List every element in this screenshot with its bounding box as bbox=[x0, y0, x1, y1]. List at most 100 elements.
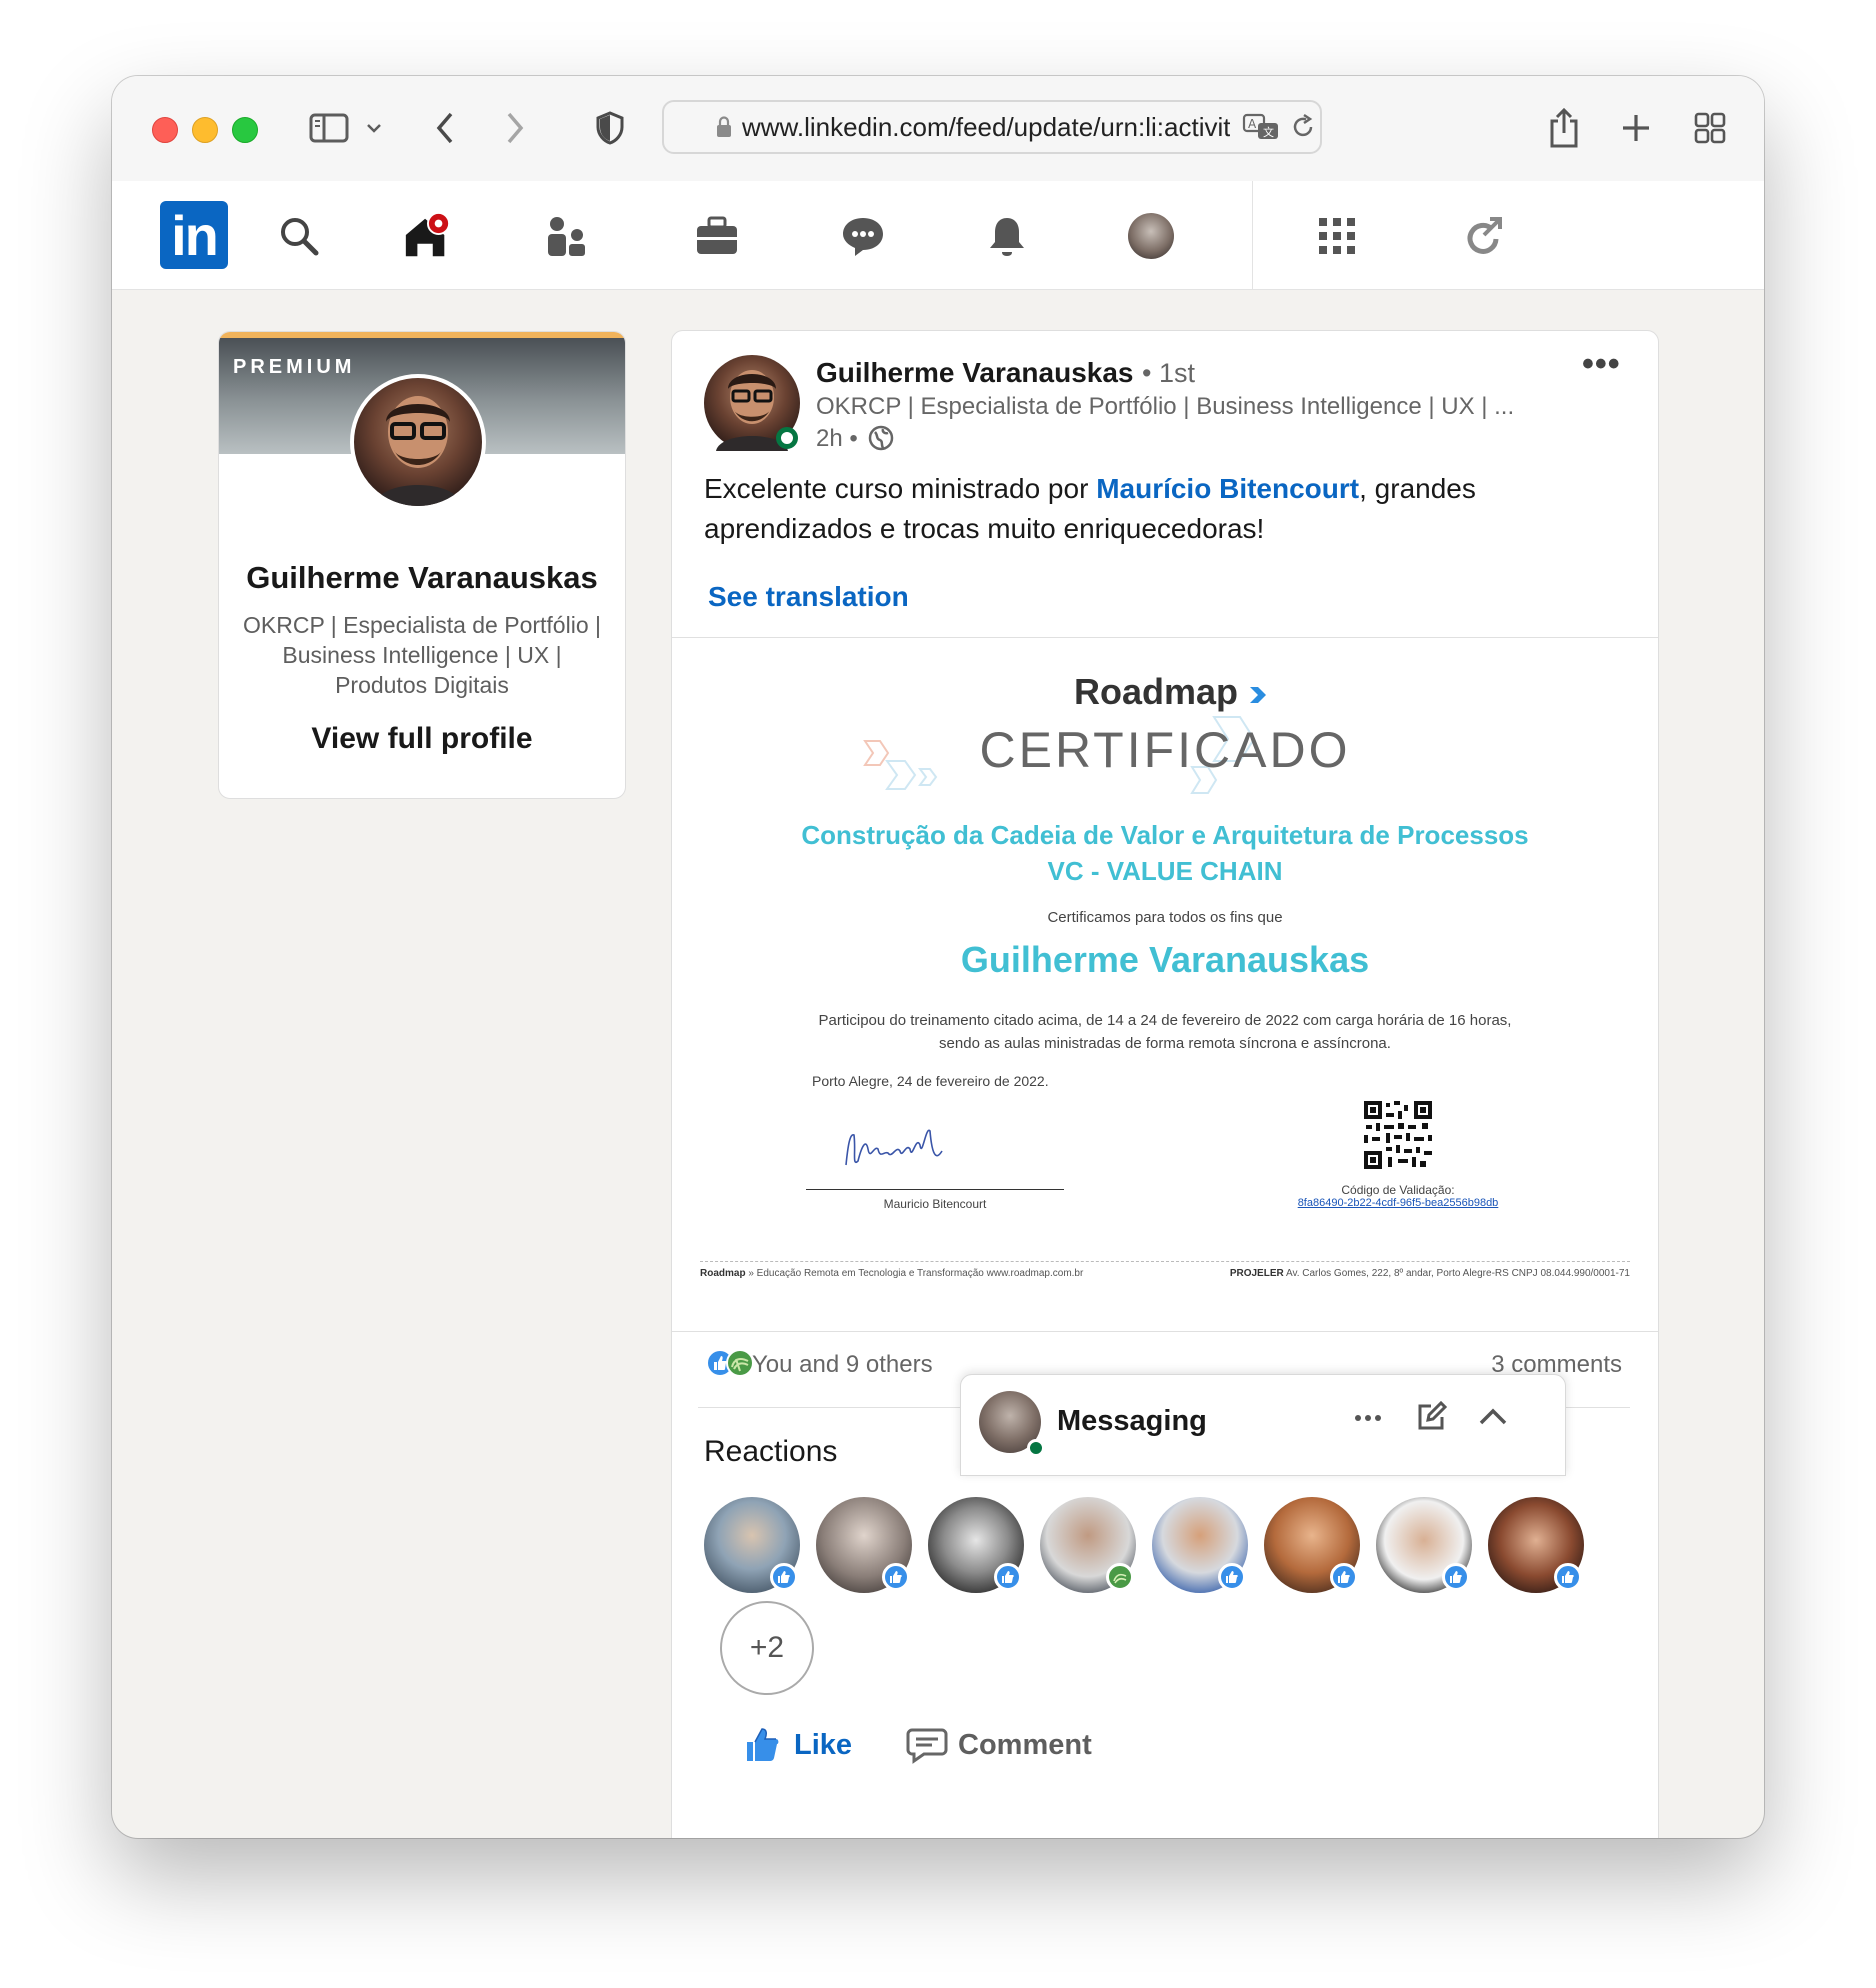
connection-degree: • 1st bbox=[1142, 358, 1195, 388]
like-button-icon bbox=[744, 1726, 782, 1764]
messaging-more-icon[interactable] bbox=[1353, 1403, 1383, 1438]
browser-window: www.linkedin.com/feed/update/urn:li:acti… bbox=[112, 76, 1764, 1838]
minimize-window-button[interactable] bbox=[192, 117, 218, 143]
like-icon bbox=[994, 1563, 1022, 1591]
like-icon bbox=[770, 1563, 798, 1591]
certificate-footer: Roadmap » Educação Remota em Tecnologia … bbox=[700, 1261, 1630, 1279]
footer-left-brand: Roadmap bbox=[700, 1268, 746, 1279]
qr-code-icon bbox=[1362, 1099, 1434, 1171]
messaging-icon[interactable] bbox=[838, 211, 888, 261]
more-reactors-button[interactable]: +2 bbox=[720, 1601, 814, 1695]
validation-label: Código de Validação: bbox=[1341, 1183, 1455, 1197]
linkedin-global-nav: in bbox=[112, 181, 1764, 290]
notifications-icon[interactable] bbox=[982, 211, 1032, 261]
privacy-shield-icon[interactable] bbox=[594, 106, 626, 150]
like-icon bbox=[1330, 1563, 1358, 1591]
footer-right-text: Av. Carlos Gomes, 222, 8º andar, Porto A… bbox=[1285, 1268, 1630, 1279]
recipient-name: Guilherme Varanauskas bbox=[960, 939, 1370, 980]
signer-name: Mauricio Bitencourt bbox=[883, 1197, 987, 1211]
messaging-panel[interactable]: Messaging bbox=[960, 1374, 1566, 1476]
post-time: 2h • bbox=[816, 425, 894, 458]
profile-card: PREMIUM Guilherme Varanauskas OKRCP | Es… bbox=[218, 331, 626, 799]
online-status-icon bbox=[776, 427, 798, 449]
online-status-icon bbox=[1027, 1439, 1045, 1457]
reaction-icons[interactable] bbox=[706, 1347, 756, 1384]
new-tab-icon[interactable] bbox=[1616, 106, 1656, 150]
author-name[interactable]: Guilherme Varanauskas bbox=[816, 357, 1134, 389]
like-icon bbox=[882, 1563, 910, 1591]
see-translation-link[interactable]: See translation bbox=[708, 581, 909, 613]
me-avatar[interactable] bbox=[1126, 211, 1176, 261]
like-icon bbox=[1218, 1563, 1246, 1591]
certificate-heading: CERTIFICADO bbox=[979, 722, 1351, 778]
signature-line bbox=[806, 1189, 1064, 1190]
jobs-icon[interactable] bbox=[692, 211, 742, 261]
signature-icon bbox=[845, 1129, 943, 1166]
validation-code: 8fa86490-2b22-4cdf-96f5-bea2556b98db bbox=[1297, 1197, 1499, 1209]
chevron-down-icon[interactable] bbox=[362, 106, 386, 150]
like-label: Like bbox=[794, 1728, 853, 1761]
like-icon bbox=[1554, 1563, 1582, 1591]
premium-icon[interactable] bbox=[1458, 211, 1508, 261]
close-window-button[interactable] bbox=[152, 117, 178, 143]
support-icon bbox=[1106, 1563, 1134, 1591]
like-icon bbox=[1442, 1563, 1470, 1591]
certificate-divider bbox=[672, 1331, 1658, 1332]
course-title: Construção da Cadeia de Valor e Arquitet… bbox=[672, 817, 1658, 889]
mention-link[interactable]: Maurício Bitencourt bbox=[1096, 473, 1359, 504]
author-headline: OKRCP | Especialista de Portfólio | Busi… bbox=[816, 393, 1515, 420]
comment-label: Comment bbox=[958, 1728, 1092, 1761]
forward-icon[interactable] bbox=[500, 106, 530, 150]
messaging-label[interactable]: Messaging bbox=[1057, 1405, 1207, 1438]
like-button[interactable]: Like bbox=[744, 1721, 852, 1769]
premium-badge: PREMIUM bbox=[233, 356, 356, 378]
post-time-text: 2h • bbox=[816, 425, 858, 452]
translate-icon[interactable]: A文 bbox=[1242, 113, 1280, 141]
footer-left-text: » Educação Remota em Tecnologia e Transf… bbox=[748, 1268, 1084, 1279]
url-text: www.linkedin.com/feed/update/urn:li:acti… bbox=[742, 111, 1230, 142]
logo-text: in bbox=[171, 203, 219, 267]
course-title-line2: VC - VALUE CHAIN bbox=[1047, 856, 1283, 886]
profile-avatar[interactable] bbox=[350, 374, 486, 510]
chevron-up-icon[interactable] bbox=[1477, 1403, 1509, 1436]
my-network-icon[interactable] bbox=[542, 211, 592, 261]
comment-icon bbox=[906, 1726, 948, 1764]
svg-text:A: A bbox=[1248, 117, 1257, 131]
home-icon[interactable] bbox=[402, 211, 452, 261]
profile-name[interactable]: Guilherme Varanauskas bbox=[219, 560, 625, 596]
reactions-heading: Reactions bbox=[704, 1435, 838, 1468]
sidebar-toggle-icon[interactable] bbox=[306, 106, 352, 150]
browser-toolbar: www.linkedin.com/feed/update/urn:li:acti… bbox=[112, 76, 1764, 182]
profile-headline: OKRCP | Especialista de Portfólio | Busi… bbox=[243, 612, 601, 698]
post-divider bbox=[672, 637, 1658, 638]
address-bar[interactable]: www.linkedin.com/feed/update/urn:li:acti… bbox=[662, 100, 1322, 154]
reactor-list bbox=[704, 1497, 1634, 1597]
tab-overview-icon[interactable] bbox=[1690, 106, 1730, 150]
work-grid-icon[interactable] bbox=[1312, 211, 1362, 261]
lock-icon bbox=[716, 116, 732, 138]
share-icon[interactable] bbox=[1544, 106, 1584, 150]
comment-button[interactable]: Comment bbox=[906, 1721, 1092, 1769]
post-text-start: Excelente curso ministrado por bbox=[704, 473, 1097, 504]
search-icon[interactable] bbox=[274, 211, 324, 261]
reload-icon[interactable] bbox=[1290, 113, 1316, 141]
back-icon[interactable] bbox=[430, 106, 460, 150]
nav-divider bbox=[1252, 181, 1253, 289]
view-full-profile-link[interactable]: View full profile bbox=[219, 722, 625, 756]
compose-message-icon[interactable] bbox=[1415, 1400, 1448, 1438]
certificate-image[interactable]: Roadmap CERTIFICADO Construção da Cadeia… bbox=[672, 641, 1658, 1331]
post-options-icon[interactable]: ••• bbox=[1582, 345, 1621, 384]
certificate-footer-left: Roadmap » Educação Remota em Tecnologia … bbox=[700, 1268, 1083, 1279]
course-title-line1: Construção da Cadeia de Valor e Arquitet… bbox=[801, 820, 1529, 850]
footer-right-brand: PROJELER bbox=[1229, 1268, 1284, 1279]
reactions-summary[interactable]: You and 9 others bbox=[752, 1351, 933, 1379]
zoom-window-button[interactable] bbox=[232, 117, 258, 143]
post-body: Excelente curso ministrado por Maurício … bbox=[704, 469, 1604, 549]
feed-post: Guilherme Varanauskas • 1st OKRCP | Espe… bbox=[671, 330, 1659, 1838]
svg-text:文: 文 bbox=[1263, 125, 1274, 139]
linkedin-logo[interactable]: in bbox=[160, 201, 228, 269]
certificate-description: Participou do treinamento citado acima, … bbox=[818, 1012, 1512, 1052]
place-date: Porto Alegre, 24 de fevereiro de 2022. bbox=[812, 1073, 1049, 1089]
globe-icon bbox=[868, 425, 894, 458]
certificate-footer-right: PROJELER Av. Carlos Gomes, 222, 8º andar… bbox=[1230, 1268, 1630, 1279]
